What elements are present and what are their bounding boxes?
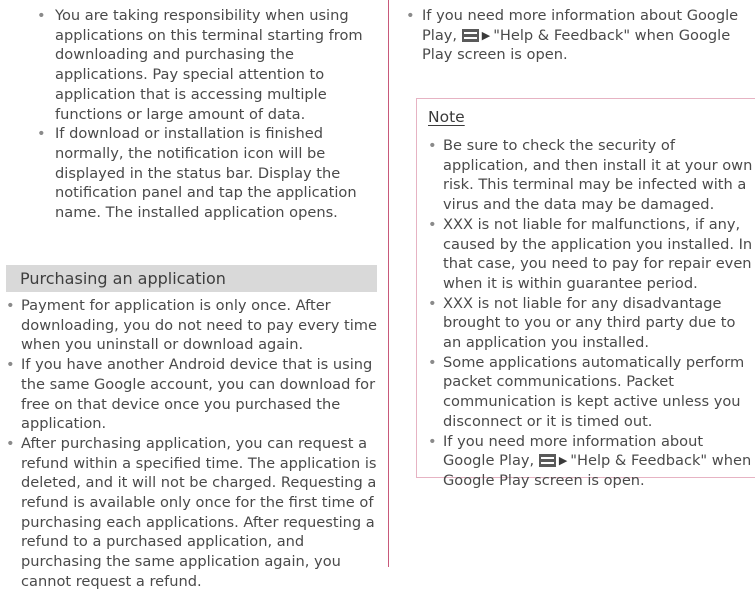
list-item: If you need more information about Googl…	[406, 6, 755, 65]
column-divider	[388, 0, 389, 567]
list-item: After purchasing application, you can re…	[6, 434, 383, 592]
list-item: XXX is not liable for malfunctions, if a…	[428, 215, 755, 294]
list-item: You are taking responsibility when using…	[37, 6, 382, 124]
menu-icon	[538, 454, 556, 468]
info-bullet-list: If you need more information about Googl…	[406, 6, 755, 65]
list-item: If download or installation is finished …	[37, 124, 382, 223]
list-item: Payment for application is only once. Af…	[6, 296, 383, 355]
list-item: Be sure to check the security of applica…	[428, 136, 755, 215]
purchase-bullet-list: Payment for application is only once. Af…	[6, 296, 383, 592]
arrow-right-icon: ▶	[481, 28, 491, 42]
list-item: Some applications automatically perform …	[428, 353, 755, 432]
list-item: If you have another Android device that …	[6, 355, 383, 434]
list-item: If you need more information about Googl…	[428, 432, 755, 491]
note-bullet-list: Be sure to check the security of applica…	[428, 136, 755, 491]
intro-bullet-list: You are taking responsibility when using…	[37, 6, 382, 223]
list-item: XXX is not liable for any disadvantage b…	[428, 294, 755, 353]
note-box: Note Be sure to check the security of ap…	[416, 98, 755, 489]
menu-icon	[461, 28, 479, 42]
note-title: Note	[428, 108, 465, 126]
arrow-right-icon: ▶	[558, 454, 568, 468]
section-heading: Purchasing an application	[6, 265, 377, 292]
